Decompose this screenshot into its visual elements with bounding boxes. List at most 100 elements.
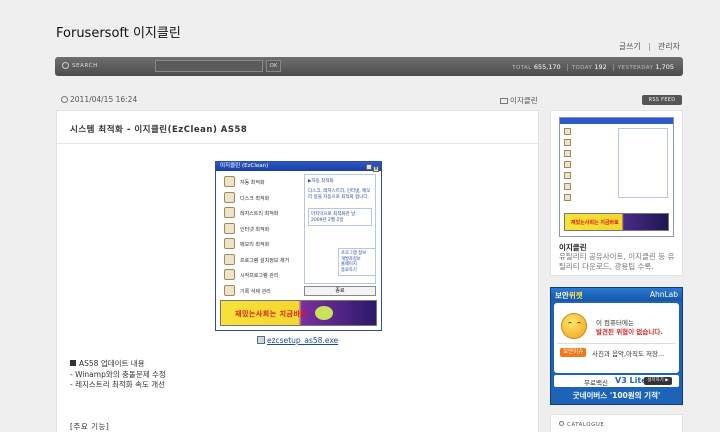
- app-item-icon: [224, 191, 235, 203]
- app-panel-title: ▶자동 최적화: [308, 179, 334, 184]
- app-item-icon: [224, 253, 235, 265]
- bullet-icon: [70, 360, 76, 366]
- thumb-row: [564, 150, 609, 159]
- close-icon: ×: [373, 166, 379, 172]
- app-side-line: 종료하기: [341, 267, 357, 273]
- notes-heading: AS58 업데이트 내용: [70, 359, 166, 370]
- search-input[interactable]: [155, 60, 263, 72]
- sidebar-thumbnail[interactable]: 재밌는사회는 지금바로: [559, 117, 674, 237]
- app-item-label: 레지스트리 최적화: [240, 211, 279, 217]
- app-item-label: 프로그램 설치정보 제거: [240, 257, 290, 264]
- stat-total-label: TOTAL: [512, 65, 532, 71]
- app-item-label: 디스크 최적화: [240, 195, 270, 202]
- thumb-row: [564, 139, 609, 148]
- app-item-icon: [224, 176, 235, 187]
- features-heading: [주요 기능]: [70, 422, 110, 431]
- app-menu-item: 레지스트리 최적화: [220, 206, 300, 222]
- widget-status-line2: 발견된 위협이 없습니다.: [596, 328, 663, 336]
- write-link[interactable]: 글쓰기: [619, 41, 641, 52]
- app-menu-item: 디스크 최적화: [220, 191, 300, 207]
- thumb-row: [564, 172, 609, 181]
- rss-feed-button[interactable]: RSS FEED: [642, 95, 682, 105]
- app-menu-item: 자동 최적화: [220, 175, 300, 191]
- thumb-row: [564, 128, 609, 137]
- minimize-icon: [366, 164, 372, 170]
- thumb-row: [564, 183, 609, 192]
- thumb-row: [564, 194, 609, 203]
- divider: [557, 343, 676, 344]
- visitor-stats: TOTAL 655,170 TODAY 192 YESTERDAY 1,705: [512, 63, 676, 71]
- thumb-banner: 재밌는사회는 지금바로: [564, 213, 669, 231]
- app-panel-desc: 디스크, 레지스트리, 인터넷, 메모리 등을 자동으로 최적화 합니다.: [308, 189, 371, 200]
- app-item-icon: [224, 207, 235, 218]
- widget-body: 이 컴퓨터에는 발견된 위협이 없습니다. 보안이슈 사진과 음악,아직도 저장…: [554, 303, 679, 373]
- post-category[interactable]: 이지클린: [500, 95, 538, 106]
- thumb-titlebar: [560, 118, 673, 124]
- catalogue-label: CATALOGUE: [567, 422, 605, 428]
- divider: [57, 143, 538, 144]
- admin-link[interactable]: 관리자: [658, 41, 680, 52]
- window-controls: ×: [365, 163, 379, 172]
- update-notes: AS58 업데이트 내용 - Winamp와의 충돌문제 수정 - 레지스트리 …: [70, 359, 166, 391]
- banner-badge-icon: [315, 306, 333, 320]
- app-item-label: 인터넷 최적화: [240, 226, 270, 233]
- app-exit-button: 종료: [304, 286, 376, 296]
- app-item-icon: [224, 238, 235, 249]
- v3-lite-label: V3 Lite: [615, 376, 647, 385]
- free-vaccine-label: 무료백신: [584, 379, 608, 387]
- app-banner: 재밌는사회는 지금바로: [220, 300, 377, 326]
- app-item-label: 기록 삭제 관리: [240, 288, 271, 295]
- file-icon: [257, 336, 265, 344]
- stat-today-value: 192: [594, 63, 607, 71]
- install-button[interactable]: 설치하기 ▶: [644, 377, 672, 385]
- attachment-filename[interactable]: ezcsetup_as58.exe: [267, 336, 338, 345]
- widget-title-a: 보안: [555, 291, 569, 300]
- widget-v3-promo: 무료백신 V3 Lite 설치하기 ▶: [554, 375, 679, 387]
- app-menu-item: 프로그램 설치정보 제거: [220, 253, 300, 269]
- widget-title-b: 위젯: [568, 291, 583, 300]
- app-titlebar: 이지클린 (EzClean): [216, 162, 381, 171]
- thumb-row: [564, 161, 609, 170]
- app-menu-item: 메모리 최적화: [220, 237, 300, 253]
- search-bar: SEARCH OK TOTAL 655,170 TODAY 192 YESTERDA…: [55, 57, 683, 76]
- catalogue-heading: CATALOGUE: [559, 421, 604, 428]
- app-menu-item: 시작프로그램 관리: [220, 268, 300, 284]
- app-menu: 자동 최적화 디스크 최적화 레지스트리 최적화 인터넷 최적화 메모리 최적화…: [220, 175, 300, 299]
- attachment-link[interactable]: ezcsetup_as58.exe: [257, 336, 338, 345]
- app-panel-box: 마지막으로 최적화한 날: 2009년 2월 2일: [308, 208, 372, 226]
- clock-icon: [61, 96, 68, 103]
- search-ok-button[interactable]: OK: [266, 60, 281, 72]
- app-menu-item: 기록 삭제 관리: [220, 284, 300, 300]
- post-title[interactable]: 시스템 최적화 - 이지클린(EzClean) AS58: [70, 123, 247, 135]
- ahnlab-logo[interactable]: AhnLab: [650, 290, 678, 299]
- app-item-label: 메모리 최적화: [240, 242, 270, 248]
- app-item-icon: [224, 222, 235, 234]
- app-item-label: 자동 최적화: [240, 180, 265, 186]
- widget-footer-link[interactable]: 굿네이버스 '100원의 기적': [551, 390, 682, 401]
- divider: [648, 42, 650, 51]
- stat-total-value: 655,170: [533, 63, 561, 71]
- thumb-banner-text: 재밌는사회는 지금바로: [571, 220, 619, 226]
- site-title[interactable]: Forusersoft 이지클린: [56, 22, 181, 41]
- sidebar-card-desc: 유틸리티 공유사이트, 이지클린 등 유틸리티 다운로드, 광용팁 수록.: [559, 252, 675, 271]
- security-news-link[interactable]: 사진과 음악,아직도 저장...: [592, 348, 664, 358]
- app-item-icon: [224, 284, 235, 296]
- app-item-icon: [224, 269, 235, 280]
- search-icon: [62, 62, 69, 69]
- top-links: 글쓰기 관리자: [619, 41, 680, 52]
- app-menu-item: 인터넷 최적화: [220, 222, 300, 238]
- sidebar-profile-card: 재밌는사회는 지금바로 이지클린 유틸리티 공유사이트, 이지클린 등 유틸리티…: [550, 110, 683, 276]
- search-label: SEARCH: [72, 63, 98, 69]
- notes-heading-text: AS58 업데이트 내용: [79, 359, 145, 368]
- post-date-text: 2011/04/15 16:24: [70, 95, 138, 104]
- thumb-panel: [618, 128, 668, 198]
- divider: [612, 64, 614, 71]
- smiley-icon: [561, 313, 587, 339]
- app-item-label: 시작프로그램 관리: [240, 273, 279, 279]
- divider: [566, 64, 568, 71]
- catalogue-icon: [559, 421, 564, 426]
- app-banner-text: 재밌는사회는 지금바로: [235, 310, 308, 318]
- catalogue-section: CATALOGUE: [550, 414, 683, 432]
- app-screenshot: 이지클린 (EzClean) × 자동 최적화 디스크 최적화 레지스트리 최적…: [215, 161, 382, 331]
- post-category-text[interactable]: 이지클린: [510, 96, 538, 105]
